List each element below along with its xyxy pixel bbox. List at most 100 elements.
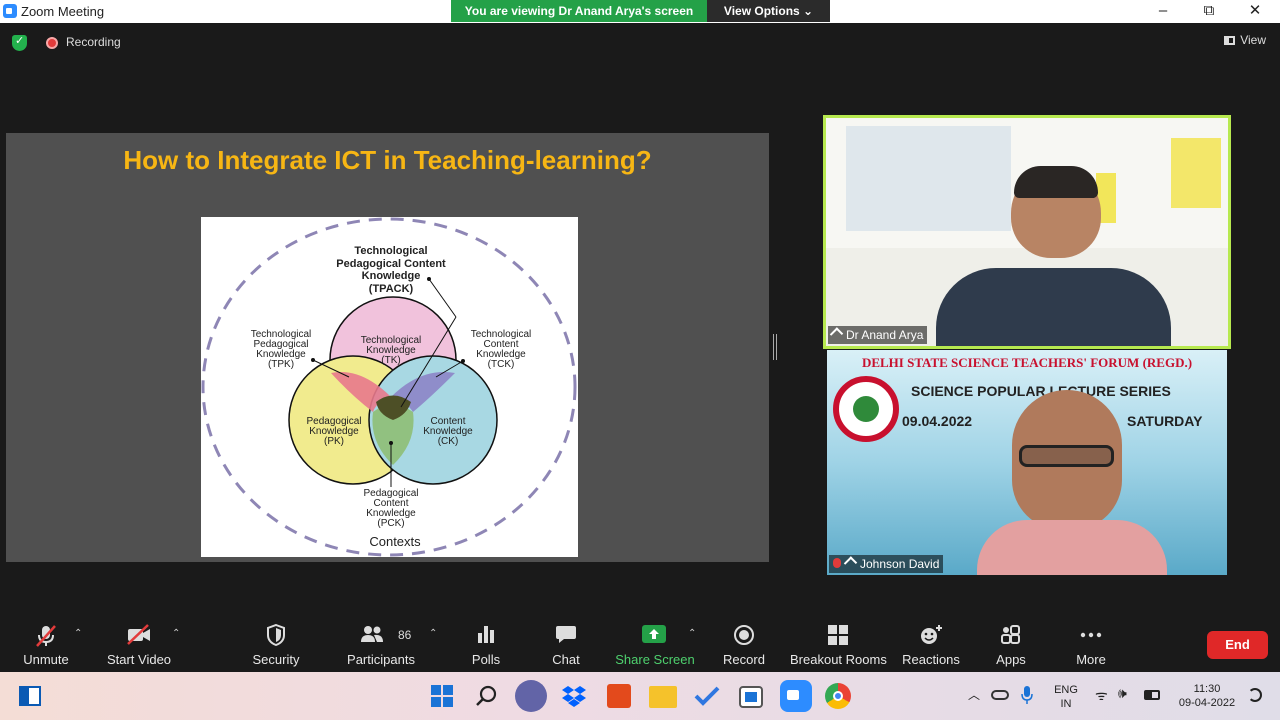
more-button[interactable]: More xyxy=(1066,618,1116,672)
encryption-shield-icon[interactable] xyxy=(12,34,27,51)
minimize-button[interactable]: – xyxy=(1140,0,1186,23)
apps-button[interactable]: Apps xyxy=(986,618,1036,672)
speaker-volume-icon[interactable]: 🕪 xyxy=(1118,685,1127,702)
teams-chat-icon[interactable] xyxy=(515,680,547,712)
reactions-smiley-icon xyxy=(921,625,942,644)
reactions-button[interactable]: Reactions xyxy=(901,618,961,672)
pin-icon xyxy=(829,327,844,341)
clock-time: 11:30 xyxy=(1193,683,1221,695)
share-screen-arrow-icon xyxy=(642,625,667,643)
record-icon xyxy=(734,625,754,645)
start-video-label: Start Video xyxy=(106,652,172,667)
clock[interactable]: 11:30 09-04-2022 xyxy=(1172,682,1242,710)
zoom-taskbar-icon[interactable] xyxy=(780,680,812,712)
security-button[interactable]: Security xyxy=(246,618,306,672)
view-label: View xyxy=(1240,33,1266,47)
wall-poster xyxy=(1171,138,1221,208)
unmute-button[interactable]: Unmute xyxy=(16,618,76,672)
chrome-icon[interactable] xyxy=(825,683,851,709)
recording-dot-icon xyxy=(46,37,58,49)
office-icon[interactable] xyxy=(607,684,631,708)
window-app-icon[interactable] xyxy=(739,686,763,708)
video-off-icon xyxy=(127,624,150,645)
view-options-button[interactable]: View Options ⌄ xyxy=(707,0,830,22)
apps-label: Apps xyxy=(996,652,1026,667)
ck-label-3: (CK) xyxy=(438,436,459,447)
view-layout-button[interactable]: View xyxy=(1224,33,1266,47)
tpack-label-3: Knowledge xyxy=(362,270,421,282)
recording-label[interactable]: Recording xyxy=(66,35,121,49)
focus-assist-moon-icon[interactable] xyxy=(1248,688,1262,702)
security-shield-icon xyxy=(267,624,285,646)
tpack-diagram: Technological Pedagogical Content Knowle… xyxy=(201,217,578,557)
polls-label: Polls xyxy=(471,652,501,667)
task-view-icon[interactable] xyxy=(19,686,41,706)
participants-icon xyxy=(361,626,384,642)
reactions-label: Reactions xyxy=(902,652,960,667)
tpack-label-2: Pedagogical Content xyxy=(336,258,446,270)
search-icon[interactable] xyxy=(475,684,499,708)
end-meeting-button[interactable]: End xyxy=(1207,631,1268,659)
audio-options-chevron-icon[interactable]: ⌃ xyxy=(74,628,82,639)
muted-microphone-icon xyxy=(36,625,56,647)
tck-label-4: (TCK) xyxy=(488,359,515,370)
file-explorer-icon[interactable] xyxy=(649,686,677,708)
video-tile-active-speaker[interactable]: Dr Anand Arya xyxy=(823,115,1231,349)
tpack-venn-svg: Technological Pedagogical Content Knowle… xyxy=(201,217,577,557)
participants-label: Participants xyxy=(347,652,415,667)
slide-title: How to Integrate ICT in Teaching-learnin… xyxy=(123,145,652,175)
video-tile-participant[interactable]: DELHI STATE SCIENCE TEACHERS' FORUM (REG… xyxy=(827,350,1227,575)
close-button[interactable]: ✕ xyxy=(1232,0,1278,23)
pk-label-3: (PK) xyxy=(324,436,344,447)
chat-button[interactable]: Chat xyxy=(541,618,591,672)
speaker-name: Dr Anand Arya xyxy=(846,328,924,342)
participant-name: Johnson David xyxy=(860,557,940,571)
share-options-chevron-icon[interactable]: ⌃ xyxy=(688,628,696,639)
dropbox-icon[interactable] xyxy=(561,684,587,708)
forum-banner-title: DELHI STATE SCIENCE TEACHERS' FORUM (REG… xyxy=(861,355,1193,370)
grid-view-icon xyxy=(1224,36,1236,45)
split-resize-handle[interactable] xyxy=(773,334,777,360)
forum-logo xyxy=(833,376,899,442)
breakout-rooms-button[interactable]: Breakout Rooms xyxy=(790,618,887,672)
apps-icon xyxy=(1001,625,1020,644)
video-options-chevron-icon[interactable]: ⌃ xyxy=(172,628,180,639)
participant-shirt xyxy=(977,520,1167,575)
onedrive-cloud-icon[interactable] xyxy=(991,690,1009,700)
todo-check-icon[interactable] xyxy=(694,684,720,708)
share-screen-button[interactable]: Share Screen xyxy=(614,618,696,672)
windows-taskbar: ︿ ENG IN ᯤ 🕪 11:30 09-04-2022 xyxy=(0,672,1280,720)
tpk-label-4: (TPK) xyxy=(268,359,294,370)
chat-label: Chat xyxy=(552,652,580,667)
window-title: Zoom Meeting xyxy=(21,4,105,19)
speaker-shirt xyxy=(936,268,1171,346)
zoom-app-icon xyxy=(3,4,17,18)
participant-nameplate: Johnson David xyxy=(829,555,944,573)
tpack-label-1: Technological xyxy=(354,245,427,257)
region-code: IN xyxy=(1060,698,1072,710)
pin-icon xyxy=(843,556,858,570)
participant-glasses xyxy=(1019,445,1114,467)
participants-button[interactable]: 86 Participants xyxy=(344,618,418,672)
start-video-button[interactable]: Start Video xyxy=(104,618,174,672)
participants-options-chevron-icon[interactable]: ⌃ xyxy=(429,628,437,639)
polls-bar-icon xyxy=(478,626,494,643)
maximize-button[interactable]: ⧉ xyxy=(1186,0,1232,23)
participants-count: 86 xyxy=(398,628,412,642)
windows-start-icon[interactable] xyxy=(430,684,454,708)
battery-icon[interactable] xyxy=(1144,690,1160,700)
input-language-indicator[interactable]: ENG IN xyxy=(1048,683,1084,711)
record-label: Record xyxy=(723,652,765,667)
contexts-label: Contexts xyxy=(369,534,421,549)
meeting-toolbar: Unmute ⌃ Start Video ⌃ Security 86 Parti… xyxy=(0,618,1280,672)
wifi-icon[interactable]: ᯤ xyxy=(1095,686,1108,705)
microphone-tray-icon[interactable] xyxy=(1020,685,1034,705)
breakout-rooms-grid-icon xyxy=(827,625,848,645)
share-screen-label: Share Screen xyxy=(615,652,695,667)
show-hidden-icons-chevron-icon[interactable]: ︿ xyxy=(968,686,980,703)
wall-papers xyxy=(846,126,1011,231)
muted-mic-icon xyxy=(833,558,841,568)
clock-date: 09-04-2022 xyxy=(1178,697,1236,709)
polls-button[interactable]: Polls xyxy=(461,618,511,672)
record-button[interactable]: Record xyxy=(719,618,769,672)
